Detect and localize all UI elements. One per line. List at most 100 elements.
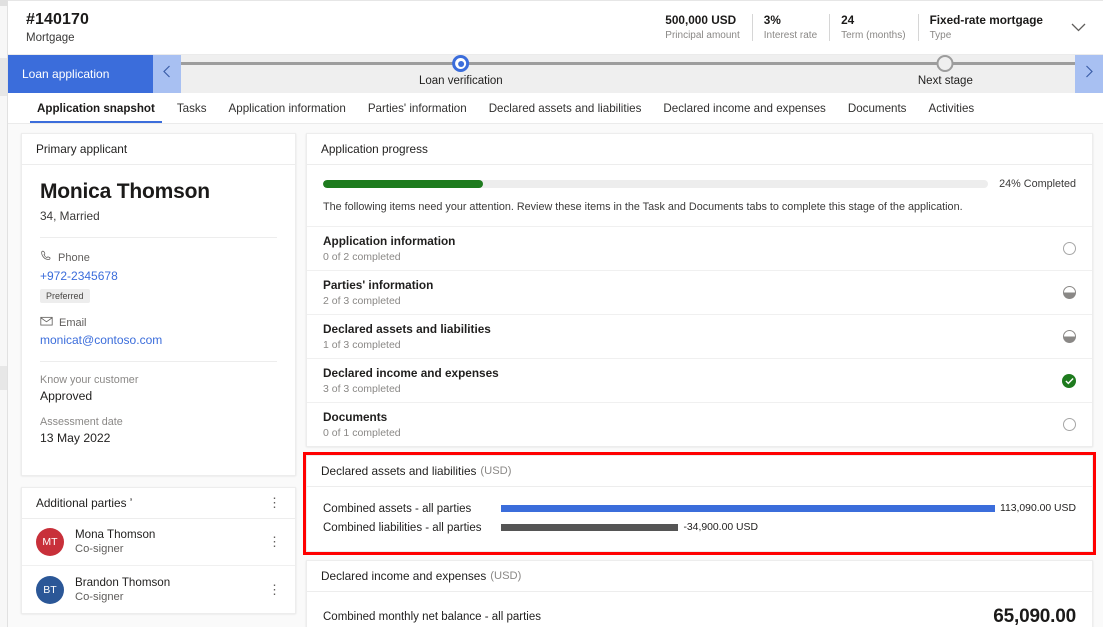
item-subtitle: 3 of 3 completed — [323, 382, 401, 395]
status-empty-circle-icon — [1063, 418, 1076, 431]
additional-parties-header: Additional parties ʼ ⋮ — [22, 488, 295, 519]
overflow-menu-icon[interactable]: ⋮ — [268, 535, 281, 548]
tab-application-information[interactable]: Application information — [218, 93, 357, 123]
chart-row-assets: Combined assets - all parties 113,090.00… — [323, 499, 1076, 518]
item-text: Declared income and expenses 3 of 3 comp… — [323, 366, 499, 396]
avatar: BT — [36, 575, 64, 604]
progress-item-application-information[interactable]: Application information 0 of 2 completed — [307, 226, 1092, 270]
bar-value-label: -34,900.00 USD — [683, 522, 758, 533]
assets-chart: Combined assets - all parties 113,090.00… — [307, 487, 1092, 551]
tab-label: Activities — [928, 101, 975, 115]
income-summary-row: Combined monthly net balance - all parti… — [307, 592, 1092, 627]
envelope-icon — [40, 316, 53, 329]
item-subtitle: 1 of 3 completed — [323, 338, 401, 351]
stage-collapse-button[interactable] — [153, 55, 181, 93]
phone-icon — [40, 250, 52, 265]
tab-label: Tasks — [176, 101, 207, 115]
progress-bar-fill — [323, 180, 483, 188]
chart-row-liabilities: Combined liabilities - all parties -34,9… — [323, 518, 1076, 537]
declared-income-and-expenses-card: Declared income and expenses (USD) Combi… — [306, 560, 1093, 627]
tab-parties-information[interactable]: Parties' information — [357, 93, 478, 123]
party-role: Co-signer — [75, 590, 124, 603]
progress-item-declared-income-and-expenses[interactable]: Declared income and expenses 3 of 3 comp… — [307, 358, 1092, 402]
item-subtitle: 2 of 3 completed — [323, 294, 401, 307]
additional-parties-card: Additional parties ʼ ⋮ MT Mona Thomson C… — [21, 487, 296, 614]
stage-node-next-stage[interactable]: Next stage — [918, 55, 973, 87]
list-item[interactable]: MT Mona Thomson Co-signer ⋮ — [22, 519, 295, 566]
kpi-value: 24 — [841, 13, 855, 27]
item-title: Documents — [323, 409, 388, 424]
stage-next-button[interactable] — [1075, 55, 1103, 93]
avatar-initials: MT — [42, 536, 58, 548]
card-title: Declared income and expenses — [321, 569, 487, 583]
tab-declared-income-and-expenses[interactable]: Declared income and expenses — [652, 93, 836, 123]
kpi-value: 3% — [763, 13, 781, 27]
stage-node-loan-verification[interactable]: Loan verification — [419, 55, 503, 87]
application-window: #140170 Mortgage 500,000 USD Principal a… — [8, 0, 1103, 627]
left-navigation-rail[interactable] — [0, 0, 8, 627]
party-name: Brandon Thomson — [75, 575, 171, 589]
overflow-menu-icon[interactable]: ⋮ — [268, 496, 281, 509]
card-header: Declared income and expenses (USD) — [307, 561, 1092, 592]
list-item[interactable]: BT Brandon Thomson Co-signer ⋮ — [22, 566, 295, 613]
rail-segment — [0, 58, 7, 96]
business-process-stage-bar: Loan application Loan verification Next … — [8, 55, 1103, 93]
applicant-meta: 34, Married — [40, 209, 100, 223]
chevron-right-icon — [1085, 65, 1093, 83]
item-status — [1063, 330, 1076, 343]
stage-node-label: Next stage — [917, 75, 973, 87]
divider — [40, 237, 277, 238]
primary-applicant-card: Primary applicant Monica Thomson 34, Mar… — [21, 133, 296, 476]
card-title: Primary applicant — [22, 134, 295, 165]
progress-item-parties-information[interactable]: Parties' information 2 of 3 completed — [307, 270, 1092, 314]
email-value-link[interactable]: monicat@contoso.com — [40, 333, 277, 347]
header-kpis: 500,000 USD Principal amount 3% Interest… — [653, 11, 1095, 45]
status-empty-circle-icon — [1063, 242, 1076, 255]
field-label-text: Email — [59, 316, 87, 329]
record-header: #140170 Mortgage 500,000 USD Principal a… — [8, 0, 1103, 55]
tab-label: Application snapshot — [37, 101, 155, 115]
progress-percent-label: 24% Completed — [999, 178, 1076, 190]
rail-segment — [0, 390, 7, 627]
tab-activities[interactable]: Activities — [917, 93, 985, 123]
kpi-value: 500,000 USD — [665, 13, 737, 27]
header-expand-button[interactable] — [1061, 11, 1095, 45]
card-title: Additional parties ʼ — [36, 496, 133, 510]
rail-segment — [0, 366, 7, 390]
phone-value-link[interactable]: +972-2345678 — [40, 269, 277, 283]
kyc-field: Know your customer Approved — [40, 374, 277, 403]
page-content: Primary applicant Monica Thomson 34, Mar… — [8, 124, 1103, 627]
tab-documents[interactable]: Documents — [837, 93, 918, 123]
item-text: Declared assets and liabilities 1 of 3 c… — [323, 322, 491, 352]
card-header: Declared assets and liabilities (USD) — [307, 456, 1092, 487]
item-status — [1063, 242, 1076, 255]
kpi-label: Interest rate — [763, 30, 818, 41]
income-row-label: Combined monthly net balance - all parti… — [323, 611, 541, 623]
progress-item-documents[interactable]: Documents 0 of 1 completed — [307, 402, 1092, 446]
tab-application-snapshot[interactable]: Application snapshot — [26, 93, 166, 123]
card-title: Application progress — [307, 134, 1092, 165]
divider — [40, 361, 277, 362]
overflow-menu-icon[interactable]: ⋮ — [268, 583, 281, 596]
avatar: MT — [36, 528, 64, 556]
bar-label: Combined liabilities - all parties — [323, 521, 482, 534]
kpi-term-months: 24 Term (months) — [829, 12, 917, 43]
tab-label: Parties' information — [367, 101, 467, 115]
status-half-circle-icon — [1063, 286, 1076, 299]
item-title: Declared income and expenses — [323, 365, 499, 380]
assessment-date-label: Assessment date — [40, 416, 123, 428]
avatar-initials: BT — [43, 583, 57, 596]
progress-item-declared-assets-and-liabilities[interactable]: Declared assets and liabilities 1 of 3 c… — [307, 314, 1092, 358]
stage-current-loan-application[interactable]: Loan application — [8, 55, 153, 93]
stage-current-label: Loan application — [22, 67, 110, 81]
rail-segment — [0, 96, 7, 366]
card-unit: (USD) — [480, 465, 512, 477]
email-field-label: Email — [40, 316, 277, 329]
tab-declared-assets-and-liabilities[interactable]: Declared assets and liabilities — [478, 93, 653, 123]
stage-track-area: Loan verification Next stage — [181, 55, 1075, 93]
tab-label: Declared income and expenses — [663, 101, 826, 115]
stage-node-label: Loan verification — [418, 75, 503, 87]
bar-area: -34,900.00 USD — [501, 522, 1076, 533]
tab-tasks[interactable]: Tasks — [166, 93, 218, 123]
stage-future-marker-icon — [936, 55, 954, 72]
